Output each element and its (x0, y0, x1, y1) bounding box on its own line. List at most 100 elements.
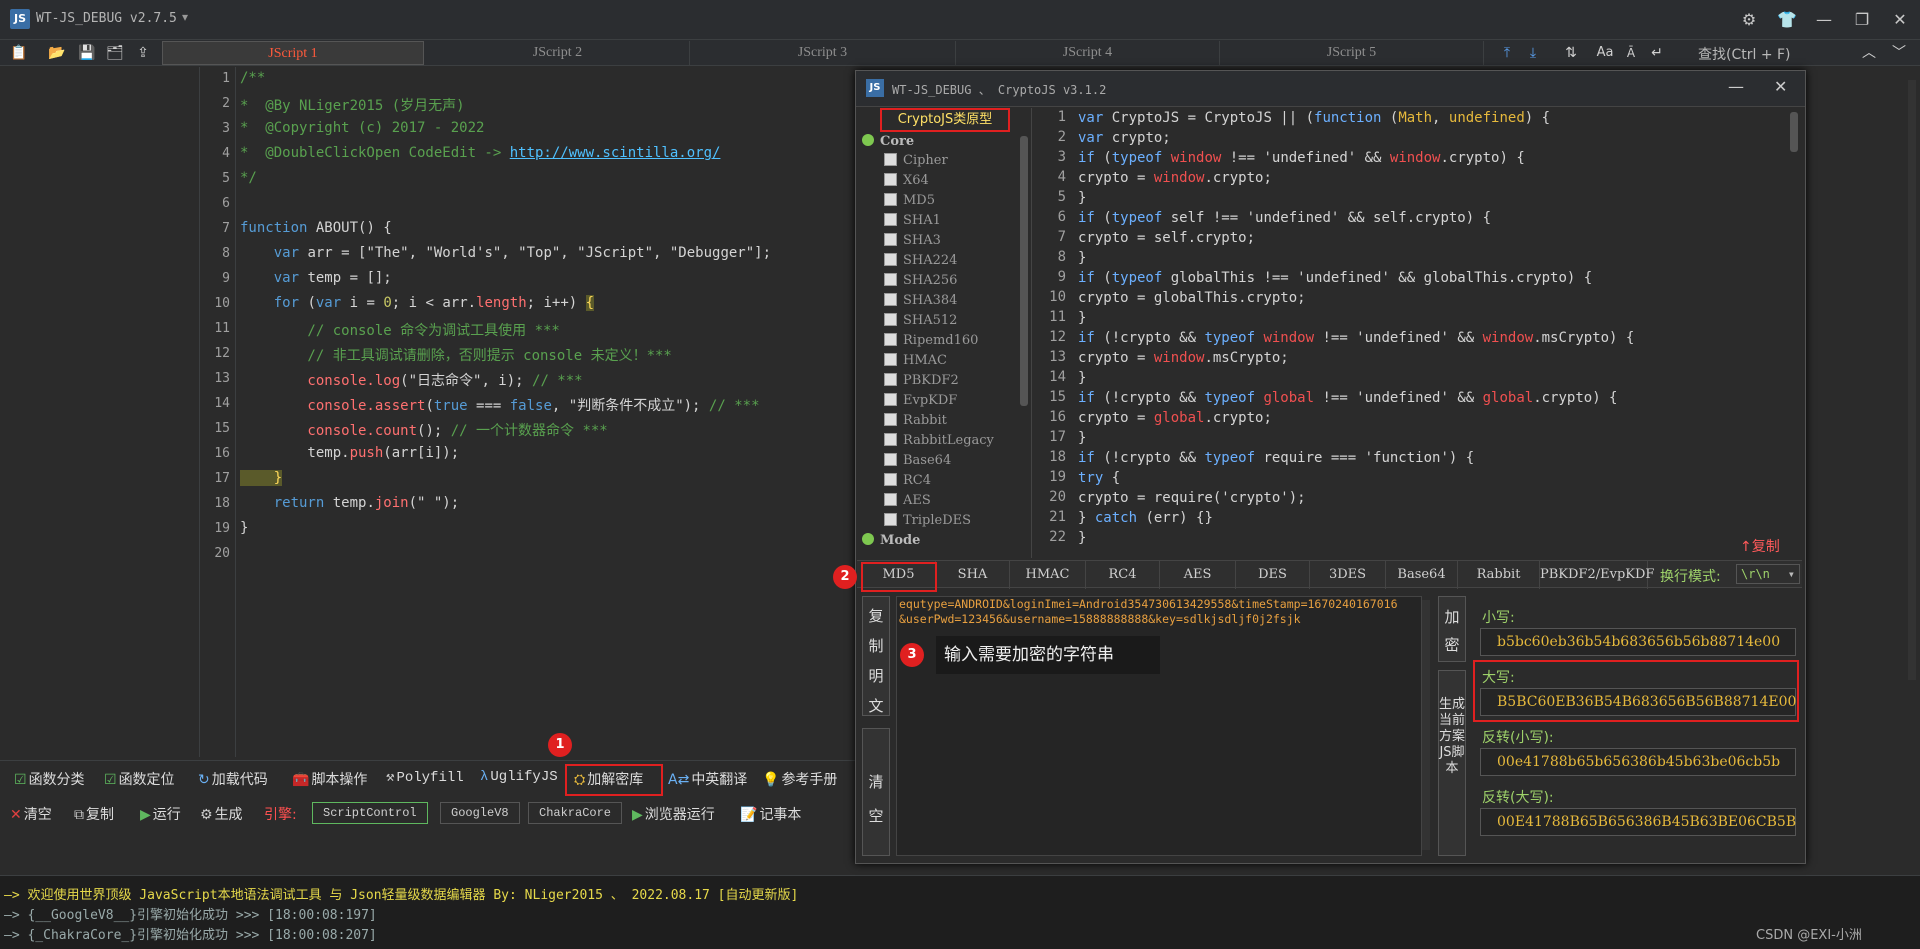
save-icon[interactable]: 💾 (76, 42, 98, 64)
code-line[interactable]: console.log("日志命令", i); // *** (240, 370, 582, 390)
tab-des[interactable]: DES (1236, 561, 1310, 589)
engine-chakracore[interactable]: ChakraCore (528, 802, 623, 824)
save-all-icon[interactable]: 🗂 (104, 42, 126, 64)
tab-3des[interactable]: 3DES (1310, 561, 1386, 589)
tab-sha[interactable]: SHA (936, 561, 1010, 589)
move-top-icon[interactable]: ⤒ (1496, 42, 1518, 64)
func-locate-checkbox[interactable]: ☑ 函数定位 (104, 769, 175, 789)
uglifyjs-button[interactable]: λ UglifyJS (480, 769, 558, 785)
tree-item[interactable]: Rabbit (884, 413, 947, 428)
tree-item[interactable]: EvpKDF (884, 393, 957, 408)
tab-rabbit[interactable]: Rabbit (1458, 561, 1540, 589)
code-line[interactable]: for (var i = 0; i < arr.length; i++) { (240, 295, 595, 311)
code-line[interactable]: * @Copyright (c) 2017 - 2022 (240, 120, 484, 136)
reference-manual-button[interactable]: 💡 参考手册 (762, 769, 837, 789)
tree-item[interactable]: SHA3 (884, 233, 941, 248)
tree-item[interactable]: X64 (884, 173, 929, 188)
code-line[interactable]: } (240, 470, 283, 486)
tree-item[interactable]: Cipher (884, 153, 948, 168)
clipboard-icon[interactable]: 📋 (8, 42, 30, 64)
tree-item[interactable]: RC4 (884, 473, 931, 488)
code-line[interactable]: */ (240, 170, 257, 186)
tree-group-mode[interactable]: Mode (862, 533, 920, 548)
main-scrollbar[interactable] (1908, 80, 1916, 680)
func-category-checkbox[interactable]: ☑ 函数分类 (14, 769, 85, 789)
engine-scriptcontrol[interactable]: ScriptControl (312, 802, 428, 824)
close-icon[interactable]: ✕ (1774, 77, 1787, 96)
tree-header[interactable]: CryptoJS类原型 (880, 108, 1010, 132)
tree-item[interactable]: HMAC (884, 353, 947, 368)
load-code-button[interactable]: ↻ 加载代码 (198, 769, 268, 789)
wrap-icon[interactable]: ↵ (1646, 42, 1668, 64)
tab-rc4[interactable]: RC4 (1086, 561, 1160, 589)
code-line[interactable]: * @By NLiger2015 (岁月无声) (240, 95, 465, 115)
input-scrollbar[interactable] (1422, 600, 1430, 850)
tree-group-core[interactable]: Core (862, 134, 914, 149)
code-line[interactable]: temp.push(arr[i]); (240, 445, 459, 461)
chevron-down-icon[interactable]: ﹀ (1888, 42, 1910, 64)
script-ops-button[interactable]: 🧰 脚本操作 (292, 769, 367, 789)
tree-item[interactable]: MD5 (884, 193, 935, 208)
open-folder-icon[interactable]: 📂 (46, 42, 68, 64)
tree-item[interactable]: AES (884, 493, 931, 508)
plaintext-input[interactable]: equtype=ANDROID&loginImei=Android3547306… (896, 596, 1422, 856)
shirt-icon[interactable]: 👕 (1775, 8, 1799, 32)
reversed-lowercase-output[interactable]: 00e41788b65b656386b45b63be06cb5b (1480, 748, 1796, 776)
minimize-icon[interactable]: — (1812, 8, 1836, 32)
clear-input-button[interactable]: 清空 (862, 728, 890, 856)
tree-item[interactable]: Ripemd160 (884, 333, 978, 348)
encrypt-button[interactable]: 加密 (1438, 596, 1466, 662)
tree-item[interactable]: SHA384 (884, 293, 957, 308)
chevron-up-icon[interactable]: ︿ (1858, 42, 1880, 64)
tab-jscript-5[interactable]: JScript 5 (1220, 41, 1484, 65)
tab-jscript-3[interactable]: JScript 3 (690, 41, 956, 65)
sort-icon[interactable]: ⇅ (1560, 42, 1582, 64)
tab-pbkdf2-evpkdf[interactable]: PBKDF2/EvpKDF (1540, 561, 1654, 589)
engine-googlev8[interactable]: GoogleV8 (440, 802, 520, 824)
code-line[interactable]: console.assert(true === false, "判断条件不成立"… (240, 395, 759, 415)
chevron-down-icon[interactable]: ▾ (182, 10, 188, 24)
generate-button[interactable]: ⚙ 生成 (200, 804, 243, 824)
code-line[interactable]: console.count(); // 一个计数器命令 *** (240, 420, 607, 440)
close-icon[interactable]: ✕ (1888, 8, 1912, 32)
translate-button[interactable]: A⇄ 中英翻译 (668, 769, 747, 789)
restore-icon[interactable]: ❐ (1850, 8, 1874, 32)
copy-plaintext-button[interactable]: 复制明文 (862, 596, 890, 716)
polyfill-button[interactable]: ⚒ Polyfill (386, 769, 464, 786)
code-line[interactable]: /** (240, 70, 265, 86)
code-line[interactable]: * @DoubleClickOpen CodeEdit -> http://ww… (240, 145, 720, 161)
format-icon[interactable]: Ā (1620, 42, 1642, 64)
cryptojs-source-code[interactable]: var CryptoJS = CryptoJS || (function (Ma… (1076, 107, 1786, 557)
code-line[interactable]: } (240, 520, 248, 536)
copy-button[interactable]: ⧉ 复制 (74, 804, 114, 824)
tree-item[interactable]: PBKDF2 (884, 373, 959, 388)
tree-item[interactable]: SHA256 (884, 273, 957, 288)
output-console[interactable]: —> 欢迎使用世界顶级 JavaScript本地语法调试工具 与 Json轻量级… (0, 875, 1920, 949)
tree-item[interactable]: SHA1 (884, 213, 941, 228)
code-line[interactable]: return temp.join(" "); (240, 495, 459, 511)
move-bottom-icon[interactable]: ⤓ (1522, 42, 1544, 64)
run-button[interactable]: ▶ 运行 (140, 804, 181, 824)
code-line[interactable]: function ABOUT() { (240, 220, 392, 236)
gear-icon[interactable]: ⚙ (1737, 8, 1761, 32)
font-size-icon[interactable]: Aa (1594, 42, 1616, 64)
code-line[interactable]: // 非工具调试请删除，否则提示 console 未定义！*** (240, 345, 671, 365)
copy-code-link[interactable]: ↑复制 (1740, 536, 1780, 556)
generate-script-button[interactable]: 生成当前方案JS脚本 (1438, 670, 1466, 856)
code-line[interactable]: var temp = []; (240, 270, 392, 286)
tab-hmac[interactable]: HMAC (1010, 561, 1086, 589)
browser-run-button[interactable]: ▶ 浏览器运行 (632, 804, 715, 824)
tree-item[interactable]: SHA512 (884, 313, 957, 328)
export-icon[interactable]: ⇪ (132, 42, 154, 64)
minimize-icon[interactable]: — (1728, 77, 1744, 96)
lowercase-output[interactable]: b5bc60eb36b54b683656b56b88714e00 (1480, 628, 1796, 656)
tree-item[interactable]: TripleDES (884, 513, 971, 528)
tree-item[interactable]: SHA224 (884, 253, 957, 268)
tab-jscript-1[interactable]: JScript 1 (162, 41, 424, 65)
tab-jscript-4[interactable]: JScript 4 (956, 41, 1220, 65)
code-line[interactable]: // console 命令为调试工具使用 *** (240, 320, 559, 340)
clear-button[interactable]: ✕ 清空 (10, 804, 52, 824)
tab-aes[interactable]: AES (1160, 561, 1236, 589)
reversed-uppercase-output[interactable]: 00E41788B65B656386B45B63BE06CB5B (1480, 808, 1796, 836)
newline-mode-select[interactable]: \r\n ▾ (1736, 564, 1800, 584)
